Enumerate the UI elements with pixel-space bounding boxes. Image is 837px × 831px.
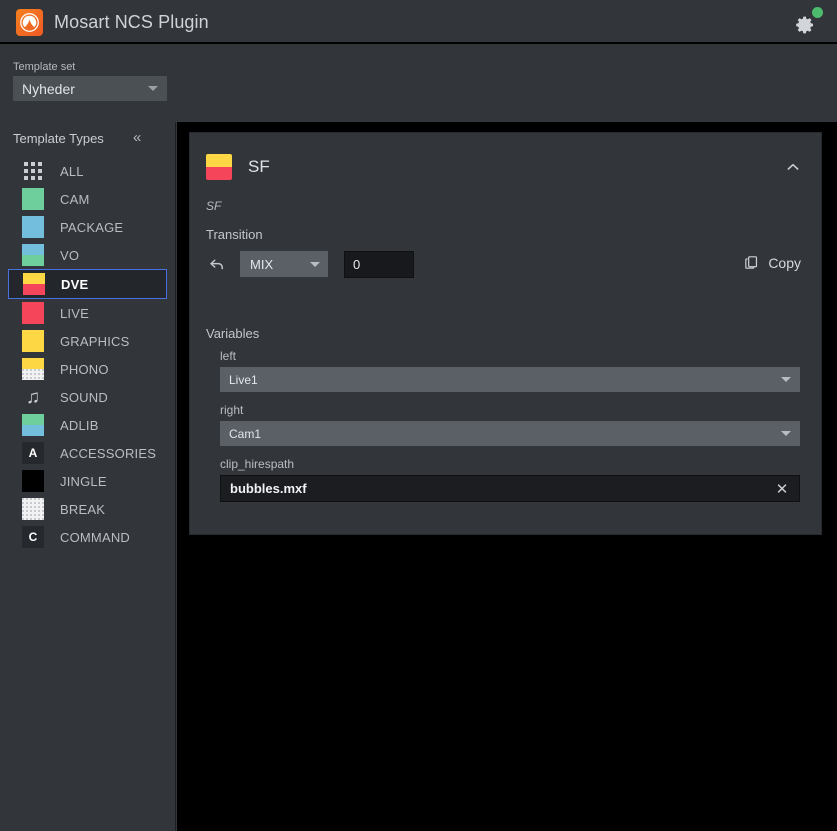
template-types-list: ALL CAM PACKAGE VO DVE LIVE GRAPHICS PHONO ♫ SOUN…	[0, 156, 175, 551]
sidebar-item-command[interactable]: C COMMAND	[0, 523, 175, 551]
type-color-swatch	[22, 330, 44, 352]
sidebar-item-vo[interactable]: VO	[0, 241, 175, 269]
transition-type-value: MIX	[250, 257, 273, 272]
sidebar-item-label: ADLIB	[60, 418, 99, 433]
main-content: SF SF Transition MIX	[177, 122, 837, 831]
sidebar-item-sound[interactable]: ♫ SOUND	[0, 383, 175, 411]
sidebar-item-label: CAM	[60, 192, 90, 207]
sidebar-item-cam[interactable]: CAM	[0, 185, 175, 213]
undo-icon	[208, 255, 226, 273]
sidebar-item-break[interactable]: BREAK	[0, 495, 175, 523]
copy-icon	[743, 254, 760, 271]
sidebar-item-label: GRAPHICS	[60, 334, 130, 349]
sidebar-item-label: LIVE	[60, 306, 89, 321]
card-header[interactable]: SF	[190, 133, 821, 191]
sidebar-item-label: PACKAGE	[60, 220, 123, 235]
variable-field-left: left Live1	[220, 349, 800, 392]
app-title: Mosart NCS Plugin	[54, 9, 209, 36]
type-color-swatch	[22, 244, 44, 266]
sidebar-item-label: DVE	[61, 277, 88, 292]
variable-value-clip_hirespath: bubbles.mxf	[230, 481, 307, 496]
sidebar-item-label: BREAK	[60, 502, 105, 517]
music-note-icon: ♫	[22, 386, 44, 408]
type-color-swatch	[22, 216, 44, 238]
sidebar-item-live[interactable]: LIVE	[0, 299, 175, 327]
title-bar: Mosart NCS Plugin	[0, 0, 837, 44]
type-color-swatch	[22, 470, 44, 492]
variable-value-right: Cam1	[229, 427, 261, 441]
card-subtitle: SF	[206, 199, 221, 213]
type-color-swatch	[22, 414, 44, 436]
variable-label-left: left	[220, 349, 800, 363]
variables-section-label: Variables	[206, 326, 259, 341]
variable-field-right: right Cam1	[220, 403, 800, 446]
transition-undo-button[interactable]	[206, 253, 228, 275]
sidebar-item-adlib[interactable]: ADLIB	[0, 411, 175, 439]
chevron-down-icon	[310, 262, 320, 267]
variable-select-left[interactable]: Live1	[220, 367, 800, 392]
template-card-sf: SF SF Transition MIX	[189, 132, 822, 535]
transition-type-select[interactable]: MIX	[240, 251, 328, 277]
sidebar-item-dve[interactable]: DVE	[8, 269, 167, 299]
close-icon[interactable]: ✕	[773, 480, 791, 498]
sidebar-item-label: JINGLE	[60, 474, 107, 489]
card-collapse-button[interactable]	[785, 159, 801, 175]
chevron-down-icon	[148, 86, 158, 91]
sidebar-item-label: ALL	[60, 164, 84, 179]
copy-button-label: Copy	[768, 255, 801, 271]
sidebar-collapse-button[interactable]: «	[133, 129, 141, 147]
sidebar-header: Template Types «	[0, 122, 175, 156]
variable-label-clip_hirespath: clip_hirespath	[220, 457, 800, 471]
chevron-up-icon	[785, 159, 801, 175]
sidebar: Template Types « ALL CAM PACKAGE VO DVE LIVE G…	[0, 122, 176, 831]
letter-badge-icon: C	[22, 526, 44, 548]
variable-field-clip_hirespath: clip_hirespath bubbles.mxf ✕	[220, 457, 800, 502]
break-pattern-swatch	[22, 498, 44, 520]
mosart-logo-icon	[16, 9, 43, 36]
template-type-swatch	[206, 154, 232, 180]
grid-icon	[22, 160, 44, 182]
sidebar-item-label: ACCESSORIES	[60, 446, 156, 461]
template-set-value: Nyheder	[22, 81, 75, 97]
chevron-down-icon	[781, 431, 791, 436]
sidebar-item-phono[interactable]: PHONO	[0, 355, 175, 383]
sidebar-item-label: VO	[60, 248, 79, 263]
type-color-swatch	[22, 188, 44, 210]
variable-select-right[interactable]: Cam1	[220, 421, 800, 446]
variable-value-left: Live1	[229, 373, 258, 387]
sidebar-item-graphics[interactable]: GRAPHICS	[0, 327, 175, 355]
toolbar: Template set Nyheder Search...	[0, 46, 837, 122]
sidebar-title: Template Types	[13, 131, 104, 146]
copy-button[interactable]: Copy	[743, 254, 801, 271]
sidebar-item-label: COMMAND	[60, 530, 130, 545]
variable-label-right: right	[220, 403, 800, 417]
transition-duration-value: 0	[353, 257, 360, 272]
sidebar-item-all[interactable]: ALL	[0, 157, 175, 185]
status-indicator-dot	[812, 7, 823, 18]
template-set-label: Template set	[13, 61, 75, 73]
type-color-swatch	[22, 358, 44, 380]
sidebar-item-package[interactable]: PACKAGE	[0, 213, 175, 241]
template-set-select[interactable]: Nyheder	[13, 76, 167, 101]
type-color-swatch	[22, 302, 44, 324]
sidebar-item-label: SOUND	[60, 390, 108, 405]
letter-badge-icon: A	[22, 442, 44, 464]
card-title: SF	[248, 157, 270, 177]
variable-input-clip_hirespath[interactable]: bubbles.mxf ✕	[220, 475, 800, 502]
transition-section-label: Transition	[206, 227, 263, 242]
sidebar-item-accessories[interactable]: A ACCESSORIES	[0, 439, 175, 467]
sidebar-item-label: PHONO	[60, 362, 109, 377]
settings-button[interactable]	[791, 8, 821, 38]
transition-row: MIX 0	[206, 250, 414, 278]
type-color-swatch	[23, 273, 45, 295]
sidebar-item-jingle[interactable]: JINGLE	[0, 467, 175, 495]
transition-duration-input[interactable]: 0	[344, 251, 414, 278]
chevron-down-icon	[781, 377, 791, 382]
application-window: Mosart NCS Plugin Template set Nyheder S…	[0, 0, 837, 831]
